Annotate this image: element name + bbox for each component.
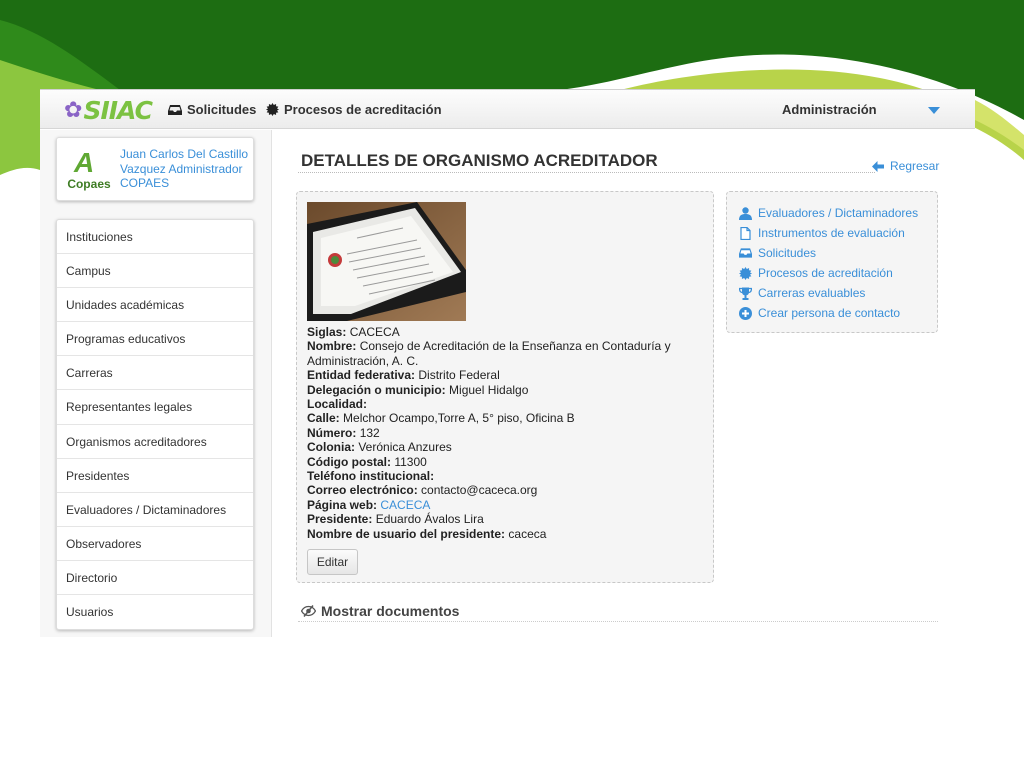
field-colonia: Colonia: Verónica Anzures bbox=[307, 440, 452, 455]
link-evaluadores[interactable]: Evaluadores / Dictaminadores bbox=[739, 206, 918, 220]
show-documents-toggle[interactable]: Mostrar documentos bbox=[301, 603, 459, 619]
siiac-logo[interactable]: ✿ SIIAC bbox=[64, 95, 153, 125]
field-nombre: Nombre: Consejo de Acreditación de la En… bbox=[307, 339, 671, 368]
link-procesos[interactable]: Procesos de acreditación bbox=[739, 266, 893, 280]
sidebar-item-instituciones[interactable]: Instituciones bbox=[57, 220, 253, 255]
sidebar-menu: Instituciones Campus Unidades académicas… bbox=[56, 219, 254, 631]
link-crear-contacto[interactable]: Crear persona de contacto bbox=[739, 306, 900, 320]
edit-button[interactable]: Editar bbox=[307, 549, 358, 575]
flower-icon: ✿ bbox=[64, 97, 83, 122]
sidebar-item-usuarios[interactable]: Usuarios bbox=[57, 595, 253, 629]
nav-procesos-label: Procesos de acreditación bbox=[284, 102, 442, 117]
sidebar-item-evaluadores[interactable]: Evaluadores / Dictaminadores bbox=[57, 493, 253, 527]
trophy-icon bbox=[739, 287, 752, 300]
app-window: ✿ SIIAC Solicitudes Procesos de acredita… bbox=[40, 89, 975, 637]
field-numero: Número: 132 bbox=[307, 425, 380, 440]
field-delegacion: Delegación o municipio: Miguel Hidalgo bbox=[307, 382, 529, 397]
nav-solicitudes-label: Solicitudes bbox=[187, 102, 257, 117]
back-link-label: Regresar bbox=[890, 159, 940, 173]
link-carreras-evaluables[interactable]: Carreras evaluables bbox=[739, 286, 865, 300]
certificate-photo bbox=[307, 202, 466, 321]
page-title: DETALLES DE ORGANISMO ACREDITADOR bbox=[301, 151, 658, 170]
field-correo: Correo electrónico: contacto@caceca.org bbox=[307, 483, 538, 498]
title-divider bbox=[298, 172, 875, 173]
chevron-down-icon[interactable] bbox=[928, 107, 940, 114]
copaes-logo: A Copaes bbox=[66, 148, 112, 192]
gear-icon bbox=[739, 266, 752, 280]
arrow-left-icon bbox=[872, 160, 884, 172]
field-telefono: Teléfono institucional: bbox=[307, 469, 435, 484]
sidebar-item-representantes-legales[interactable]: Representantes legales bbox=[57, 390, 253, 425]
plus-circle-icon bbox=[739, 306, 752, 320]
field-entidad: Entidad federativa: Distrito Federal bbox=[307, 368, 500, 383]
inbox-icon bbox=[739, 248, 752, 258]
field-usuario-presidente: Nombre de usuario del presidente: caceca bbox=[307, 526, 547, 541]
field-calle: Calle: Melchor Ocampo,Torre A, 5° piso, … bbox=[307, 411, 575, 426]
related-links-panel: Evaluadores / Dictaminadores Instrumento… bbox=[726, 191, 938, 333]
copaes-mark-icon: A bbox=[74, 147, 95, 178]
sidebar: A Copaes Juan Carlos Del Castillo Vazque… bbox=[40, 130, 272, 637]
gear-icon bbox=[266, 103, 279, 116]
organism-detail-panel: Siglas: CACECA Nombre: Consejo de Acredi… bbox=[296, 191, 714, 583]
back-link[interactable]: Regresar bbox=[872, 159, 939, 173]
field-presidente: Presidente: Eduardo Ávalos Lira bbox=[307, 512, 484, 527]
user-card: A Copaes Juan Carlos Del Castillo Vazque… bbox=[56, 137, 254, 201]
sidebar-item-observadores[interactable]: Observadores bbox=[57, 527, 253, 561]
sidebar-item-carreras[interactable]: Carreras bbox=[57, 356, 253, 391]
document-icon bbox=[740, 226, 751, 240]
nav-administracion[interactable]: Administración bbox=[782, 102, 877, 117]
sidebar-item-directorio[interactable]: Directorio bbox=[57, 561, 253, 596]
user-icon bbox=[739, 206, 752, 220]
link-solicitudes[interactable]: Solicitudes bbox=[739, 246, 816, 260]
field-codigo-postal: Código postal: 11300 bbox=[307, 454, 427, 469]
nav-procesos[interactable]: Procesos de acreditación bbox=[266, 102, 442, 117]
field-siglas: Siglas: CACECA bbox=[307, 325, 400, 339]
field-localidad: Localidad: bbox=[307, 397, 368, 412]
documents-divider bbox=[298, 621, 938, 622]
sidebar-item-programas-educativos[interactable]: Programas educativos bbox=[57, 322, 253, 357]
sidebar-item-organismos-acreditadores[interactable]: Organismos acreditadores bbox=[57, 425, 253, 459]
inbox-icon bbox=[168, 104, 182, 115]
sidebar-item-campus[interactable]: Campus bbox=[57, 254, 253, 289]
user-name-link[interactable]: Juan Carlos Del Castillo Vazquez Adminis… bbox=[120, 147, 252, 191]
eye-slash-icon bbox=[301, 605, 316, 617]
sidebar-item-presidentes[interactable]: Presidentes bbox=[57, 459, 253, 493]
organism-fields: Siglas: CACECA Nombre: Consejo de Acredi… bbox=[307, 325, 707, 541]
nav-solicitudes[interactable]: Solicitudes bbox=[168, 102, 256, 117]
web-link[interactable]: CACECA bbox=[380, 498, 430, 512]
sidebar-item-unidades-academicas[interactable]: Unidades académicas bbox=[57, 288, 253, 323]
top-navbar: ✿ SIIAC Solicitudes Procesos de acredita… bbox=[40, 89, 975, 129]
link-instrumentos[interactable]: Instrumentos de evaluación bbox=[739, 226, 905, 240]
logo-text: SIIAC bbox=[83, 95, 153, 125]
copaes-logo-text: Copaes bbox=[67, 177, 111, 191]
field-pagina-web: Página web: CACECA bbox=[307, 497, 431, 512]
